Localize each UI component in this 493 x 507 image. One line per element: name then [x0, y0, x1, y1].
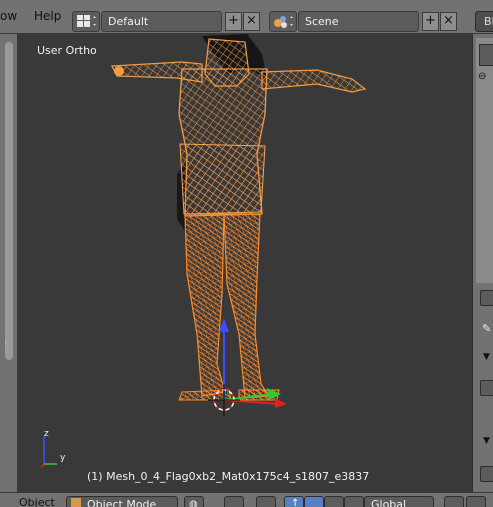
camera-button[interactable]: [480, 380, 493, 396]
scene-name-field[interactable]: Scene: [298, 11, 419, 32]
panel-collapse-icon-2[interactable]: ▼: [483, 436, 490, 446]
properties-panel-edge: ⊖ ✎ ▼ ▼ ▼: [472, 34, 493, 507]
layer-button-2[interactable]: [466, 496, 486, 507]
info-header: ow Help Default + × Scene + × Bl: [0, 0, 493, 34]
add-screen-button[interactable]: +: [225, 12, 242, 31]
plus-icon: +: [228, 13, 239, 28]
gizmo-y-label: y: [60, 453, 66, 463]
outliner-strip[interactable]: ⊖: [476, 38, 493, 283]
close-icon: ×: [443, 13, 454, 28]
wireframe-model[interactable]: [17, 34, 472, 492]
translate-manipulator-button[interactable]: [304, 496, 324, 507]
x-axis-handle[interactable]: [223, 399, 280, 405]
viewport-shading-dropdown[interactable]: ◍: [184, 496, 204, 507]
rotate-manipulator-button[interactable]: [324, 496, 344, 507]
screen-name: Default: [108, 15, 149, 28]
wrench-icon[interactable]: ✎: [482, 322, 491, 335]
grid-layout-icon: [77, 15, 96, 27]
manipulator-toggle[interactable]: ↑: [284, 496, 304, 507]
scene-icon: [274, 16, 293, 28]
delete-scene-button[interactable]: ×: [440, 12, 457, 31]
manipulator-icon: ↑: [291, 498, 300, 507]
sphere-icon: ◍: [189, 499, 198, 507]
view-axis-gizmo-icon: [40, 436, 57, 468]
tool-shelf-scrollbar[interactable]: [5, 42, 13, 360]
3d-viewport[interactable]: User Ortho +: [17, 34, 488, 492]
scene-name: Scene: [305, 15, 339, 28]
3d-view-header: Object Object Mode ◍ ↑ Global: [0, 492, 493, 507]
gizmo-z-label: z: [44, 429, 49, 439]
pivot-dropdown[interactable]: [224, 496, 244, 507]
add-scene-button[interactable]: +: [422, 12, 439, 31]
outliner-row[interactable]: [479, 44, 493, 66]
scene-dropdown[interactable]: [269, 11, 297, 32]
delete-screen-button[interactable]: ×: [243, 12, 260, 31]
orientation-label: Global: [371, 498, 407, 507]
snap-toggle[interactable]: [256, 496, 276, 507]
properties-context-button[interactable]: [480, 290, 493, 306]
menu-help[interactable]: Help: [34, 9, 61, 23]
orientation-dropdown[interactable]: Global: [364, 496, 434, 507]
render-engine-label: Bl: [484, 15, 493, 28]
menu-window[interactable]: ow: [0, 9, 17, 23]
render-button[interactable]: [480, 466, 493, 482]
tool-shelf-strip: ⋮: [0, 34, 17, 492]
layer-button-1[interactable]: [444, 496, 464, 507]
render-engine-dropdown[interactable]: Bl: [475, 11, 493, 32]
cube-icon: [71, 498, 81, 507]
mode-label: Object Mode: [87, 498, 157, 507]
close-icon: ×: [246, 13, 257, 28]
scale-manipulator-button[interactable]: [344, 496, 364, 507]
plus-icon: +: [425, 13, 436, 28]
mode-dropdown[interactable]: Object Mode: [66, 496, 178, 507]
drag-handle-icon[interactable]: ⋮: [2, 339, 10, 348]
screen-name-field[interactable]: Default: [101, 11, 222, 32]
screen-layout-dropdown[interactable]: [72, 11, 100, 32]
object-info: (1) Mesh_0_4_Flag0xb2_Mat0x175c4_s1807_e…: [87, 470, 370, 483]
collapse-icon[interactable]: ⊖: [478, 71, 486, 82]
object-menu[interactable]: Object: [19, 496, 55, 507]
panel-collapse-icon[interactable]: ▼: [483, 352, 490, 362]
